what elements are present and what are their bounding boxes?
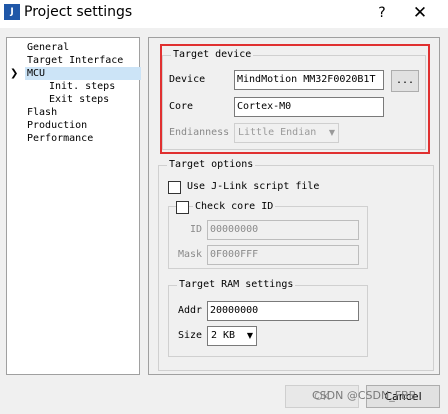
target-ram-group: Target RAM settings <box>168 278 368 357</box>
tree-item-general[interactable]: General <box>27 41 69 54</box>
settings-tree[interactable]: General Target Interface ❯ MCU Init. ste… <box>6 37 141 375</box>
tree-item-production[interactable]: Production <box>27 119 87 132</box>
tree-item-mcu[interactable]: MCU <box>25 67 141 80</box>
tree-item-flash[interactable]: Flash <box>27 106 57 119</box>
target-options-title: Target options <box>167 158 256 172</box>
size-label: Size <box>178 330 203 341</box>
tree-item-performance[interactable]: Performance <box>27 132 93 145</box>
mask-label: Mask <box>178 249 203 260</box>
check-core-checkbox[interactable] <box>176 201 189 214</box>
addr-field[interactable]: 20000000 <box>207 301 359 321</box>
id-label: ID <box>190 224 203 235</box>
tree-item-exit-steps[interactable]: Exit steps <box>49 93 109 106</box>
tree-item-init-steps[interactable]: Init. steps <box>49 80 115 93</box>
window-title: Project settings <box>24 4 133 20</box>
id-field[interactable]: 00000000 <box>207 220 359 240</box>
check-core-label: Check core ID <box>193 200 276 214</box>
addr-label: Addr <box>178 305 203 316</box>
mask-field[interactable]: 0F000FFF <box>207 245 359 265</box>
watermark-text: CSDN @CSDN_FBB <box>312 389 417 402</box>
chevron-down-icon: ▼ <box>246 331 253 340</box>
title-bar: J Project settings ? ✕ <box>0 0 448 28</box>
size-value: 2 KB <box>211 330 236 341</box>
use-script-label: Use J-Link script file <box>187 181 320 192</box>
highlight-annotation-box <box>160 44 430 154</box>
jlink-app-icon: J <box>4 4 20 20</box>
target-ram-title: Target RAM settings <box>177 278 296 292</box>
use-script-checkbox[interactable] <box>168 181 181 194</box>
expand-chevron-icon[interactable]: ❯ <box>10 67 18 80</box>
tree-item-target-interface[interactable]: Target Interface <box>27 54 123 67</box>
close-button[interactable]: ✕ <box>408 3 432 23</box>
size-select[interactable]: 2 KB ▼ <box>207 326 257 346</box>
help-button[interactable]: ? <box>370 3 394 23</box>
